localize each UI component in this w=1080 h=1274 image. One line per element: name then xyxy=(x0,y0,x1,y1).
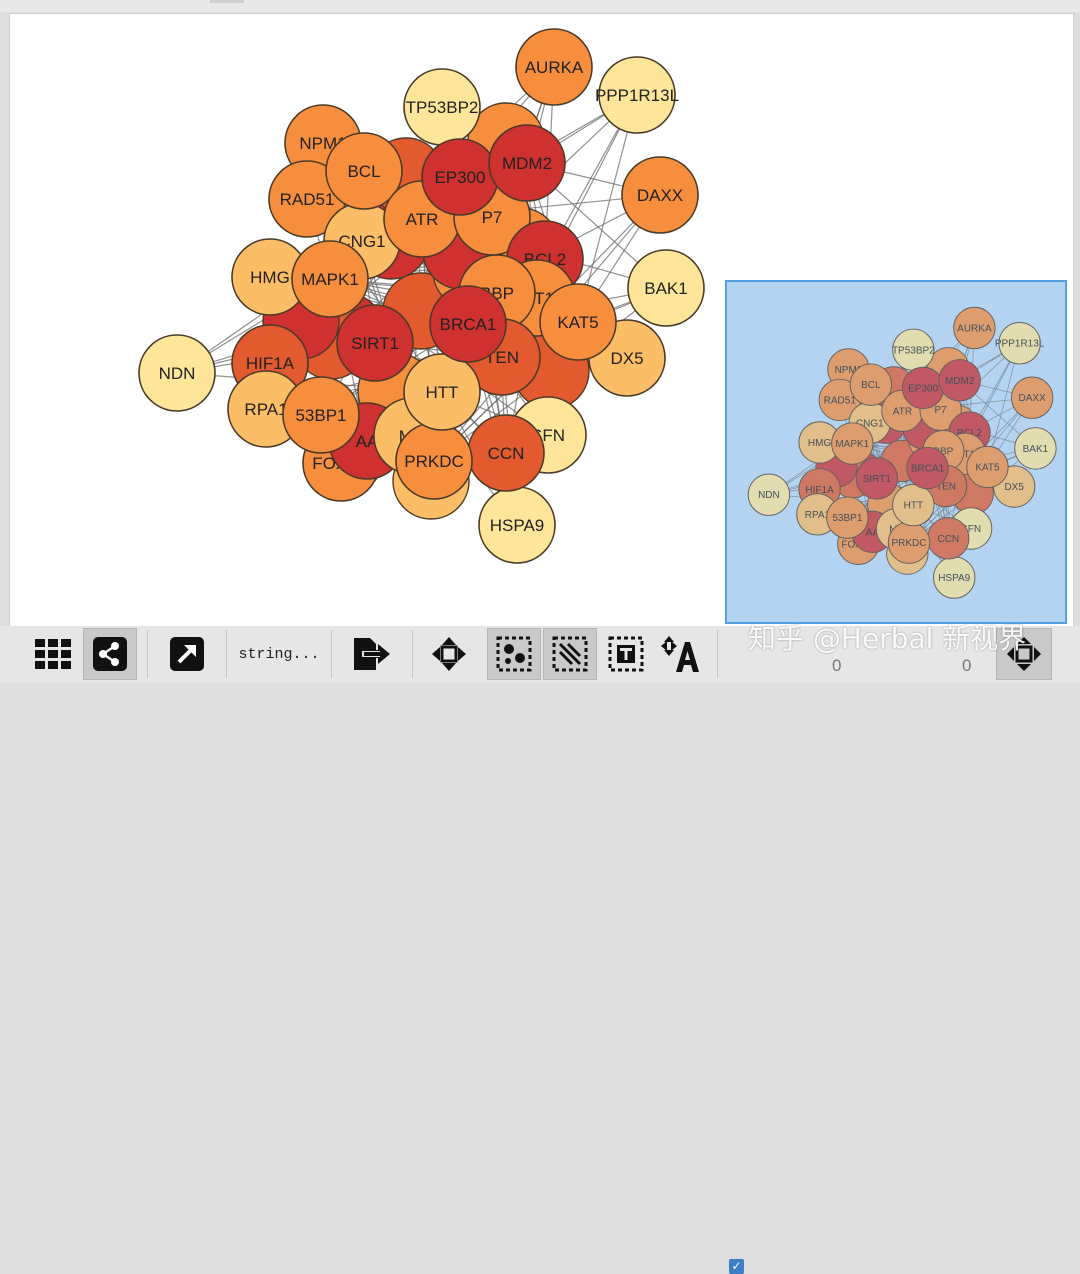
node-label: MDM2 xyxy=(502,154,552,173)
minimap-graph: AURKAPPP1R13LTP53BP2NPM1DAXXBAK1NDNHSPA9… xyxy=(727,282,1065,622)
network-source-button[interactable]: string... xyxy=(230,628,328,680)
select-edges-button[interactable] xyxy=(543,628,597,680)
node-label: KAT5 xyxy=(557,313,598,332)
node-label: PRKDC xyxy=(404,452,464,471)
open-external-button[interactable] xyxy=(163,628,211,680)
node-label: RAD51 xyxy=(280,190,335,209)
selected-edges-count: 0 xyxy=(962,656,972,675)
node-label: DAXX xyxy=(637,186,683,205)
node-ep300[interactable]: EP300 xyxy=(421,138,499,216)
move-text-icon xyxy=(661,636,699,672)
node-label: NDN xyxy=(159,364,196,383)
node-label: EP300 xyxy=(434,168,485,187)
top-strip xyxy=(0,0,1080,12)
node-ppp1r13l[interactable]: PPP1R13L xyxy=(595,56,679,134)
show-overview-checkbox[interactable]: ✓ xyxy=(729,1259,744,1274)
toolbar-separator xyxy=(717,630,718,678)
node-label: HTT xyxy=(425,383,458,402)
move-text-button[interactable] xyxy=(656,628,702,680)
node-label: AURKA xyxy=(525,58,584,77)
node-label: HSPA9 xyxy=(490,516,545,535)
toolbar-separator xyxy=(412,630,413,678)
node-label: MAPK1 xyxy=(301,270,359,289)
select-nodes-button[interactable] xyxy=(487,628,541,680)
minimap-viewport-overlay xyxy=(727,282,1065,622)
node-htt[interactable]: HTT xyxy=(403,353,481,431)
node-label: P7 xyxy=(482,208,503,227)
network-view-button[interactable] xyxy=(83,628,137,680)
node-label: ATR xyxy=(406,210,439,229)
toolbar-separator xyxy=(331,630,332,678)
node-tp53bp2[interactable]: TP53BP2 xyxy=(403,68,481,146)
node-label: CCN xyxy=(488,444,525,463)
node-label: BRCA1 xyxy=(440,315,497,334)
node-mdm2[interactable]: MDM2 xyxy=(488,124,566,202)
node-label: TP53BP2 xyxy=(406,98,479,117)
network-overview-minimap[interactable]: AURKA PPP1R13L TP53BP2 NPM1 DAXX BAK1 NDN HSPA9… xyxy=(725,280,1067,624)
node-label: SIRT1 xyxy=(351,334,399,353)
node-brca1[interactable]: BRCA1 xyxy=(429,285,507,363)
node-label: RPA1 xyxy=(244,400,287,419)
network-source-label: string... xyxy=(238,645,320,663)
grid-icon xyxy=(35,639,71,669)
node-bak1[interactable]: BAK1 xyxy=(627,249,705,327)
node-label: BCL xyxy=(347,162,380,181)
grid-view-button[interactable] xyxy=(30,628,78,680)
node-sirt1[interactable]: SIRT1 xyxy=(336,304,414,382)
node-ndn[interactable]: NDN xyxy=(138,334,216,412)
move-arrows-icon xyxy=(432,637,466,671)
node-kat5[interactable]: KAT5 xyxy=(539,283,617,361)
toolbar-separator xyxy=(147,630,148,678)
node-daxx[interactable]: DAXX xyxy=(621,156,699,234)
select-text-button[interactable] xyxy=(603,628,649,680)
node-hspa9[interactable]: HSPA9 xyxy=(478,486,556,564)
network-share-icon xyxy=(93,637,127,671)
export-icon xyxy=(354,638,390,670)
select-nodes-icon xyxy=(496,636,532,672)
toolbar-separator xyxy=(226,630,227,678)
export-button[interactable] xyxy=(346,628,396,680)
node-label: HIF1A xyxy=(246,354,295,373)
selected-nodes-count: 0 xyxy=(832,656,842,675)
select-edges-icon xyxy=(552,636,588,672)
top-tab[interactable] xyxy=(210,0,244,3)
node-53bp1[interactable]: 53BP1 xyxy=(282,376,360,454)
node-label: HMG xyxy=(250,268,290,287)
watermark-text: 知乎 @Herbal 新视界 xyxy=(748,622,1027,655)
node-aurka[interactable]: AURKA xyxy=(515,28,593,106)
node-label: BAK1 xyxy=(644,279,687,298)
pan-mode-button[interactable] xyxy=(426,628,472,680)
node-label: PPP1R13L xyxy=(595,86,679,105)
node-label: 53BP1 xyxy=(295,406,346,425)
select-text-icon xyxy=(608,636,644,672)
node-mapk1[interactable]: MAPK1 xyxy=(291,240,369,318)
node-label: DX5 xyxy=(610,349,643,368)
external-link-icon xyxy=(170,637,204,671)
node-prkdc[interactable]: PRKDC xyxy=(395,422,473,500)
node-ccn[interactable]: CCN xyxy=(467,414,545,492)
